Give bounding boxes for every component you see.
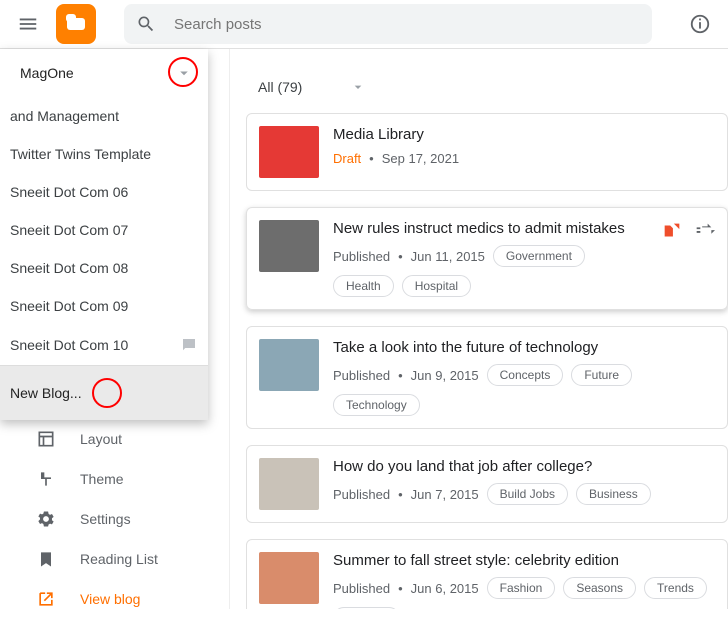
sidebar-item-layout[interactable]: Layout <box>0 419 229 459</box>
post-title: Take a look into the future of technolog… <box>333 339 715 356</box>
gear-icon <box>36 509 56 529</box>
layout-icon <box>36 429 56 449</box>
post-tag[interactable]: Business <box>576 483 651 505</box>
post-tag[interactable]: Fashion <box>487 577 556 599</box>
post-actions <box>661 220 715 242</box>
search-bar[interactable] <box>124 4 652 44</box>
search-input[interactable] <box>174 16 640 33</box>
chevron-down-icon[interactable] <box>350 79 366 95</box>
post-tag[interactable]: Concepts <box>487 364 564 386</box>
post-thumbnail <box>259 220 319 272</box>
post-date: Jun 7, 2015 <box>411 487 479 502</box>
post-tag[interactable]: Build Jobs <box>487 483 568 505</box>
post-status: Published <box>333 487 390 502</box>
current-blog-name: MagOne <box>20 65 74 81</box>
sidebar: MagOne and ManagementTwitter Twins Templ… <box>0 49 230 609</box>
new-blog-button[interactable]: New Blog... <box>0 365 208 420</box>
post-title: New rules instruct medics to admit mista… <box>333 220 647 237</box>
post-tag[interactable]: Health <box>333 275 394 297</box>
post-date: Jun 11, 2015 <box>411 249 485 264</box>
post-date: Jun 6, 2015 <box>411 581 479 596</box>
blog-list-item[interactable]: Sneeit Dot Com 09 <box>0 287 208 325</box>
post-card[interactable]: New rules instruct medics to admit mista… <box>246 207 728 310</box>
sidebar-item-view-blog[interactable]: View blog <box>0 579 229 619</box>
filter-row[interactable]: All (79) <box>246 69 728 113</box>
blog-list-item[interactable]: Sneeit Dot Com 08 <box>0 249 208 287</box>
comment-icon <box>180 336 198 354</box>
filter-label: All (79) <box>258 79 302 95</box>
post-tag[interactable]: Trends <box>644 577 707 599</box>
blog-list-item[interactable]: Twitter Twins Template <box>0 135 208 173</box>
blog-switcher-header[interactable]: MagOne <box>0 49 208 97</box>
post-title: Media Library <box>333 126 715 143</box>
post-thumbnail <box>259 458 319 510</box>
post-card[interactable]: Media LibraryDraft•Sep 17, 2021 <box>246 113 728 191</box>
sidebar-item-reading-list[interactable]: Reading List <box>0 539 229 579</box>
highlight-circle <box>92 378 122 408</box>
bookmark-icon <box>36 549 56 569</box>
chevron-down-icon[interactable] <box>172 61 196 85</box>
post-thumbnail <box>259 126 319 178</box>
blog-list[interactable]: and ManagementTwitter Twins TemplateSnee… <box>0 97 208 365</box>
post-tag[interactable]: Hospital <box>402 275 471 297</box>
blog-list-item[interactable]: Sneeit Dot Com 07 <box>0 211 208 249</box>
post-tag[interactable]: Women <box>333 607 400 609</box>
posts-list: Media LibraryDraft•Sep 17, 2021New rules… <box>246 113 728 609</box>
sidebar-item-label: Reading List <box>80 551 158 567</box>
info-icon[interactable] <box>680 4 720 44</box>
post-thumbnail <box>259 339 319 391</box>
post-tag[interactable]: Technology <box>333 394 420 416</box>
blog-list-item[interactable]: Sneeit Dot Com 10 <box>0 325 208 365</box>
post-title: Summer to fall street style: celebrity e… <box>333 552 715 569</box>
blogger-logo[interactable] <box>56 4 96 44</box>
sidebar-nav: Layout Theme Settings Reading List View … <box>0 419 229 619</box>
open-external-icon <box>36 589 56 609</box>
share-icon[interactable] <box>661 220 683 242</box>
blog-list-item[interactable]: and Management <box>0 97 208 135</box>
sidebar-item-label: Settings <box>80 511 131 527</box>
sidebar-item-theme[interactable]: Theme <box>0 459 229 499</box>
search-icon <box>136 14 156 34</box>
sidebar-item-label: Theme <box>80 471 124 487</box>
post-card[interactable]: Take a look into the future of technolog… <box>246 326 728 429</box>
share-alt-icon[interactable] <box>693 220 715 242</box>
post-thumbnail <box>259 552 319 604</box>
post-tag[interactable]: Future <box>571 364 632 386</box>
blog-list-item[interactable]: Sneeit Dot Com 06 <box>0 173 208 211</box>
post-card[interactable]: Summer to fall street style: celebrity e… <box>246 539 728 609</box>
blog-switcher-dropdown: MagOne and ManagementTwitter Twins Templ… <box>0 49 208 420</box>
post-date: Jun 9, 2015 <box>411 368 479 383</box>
post-date: Sep 17, 2021 <box>382 151 459 166</box>
sidebar-item-label: View blog <box>80 591 140 607</box>
new-blog-label: New Blog... <box>10 385 82 401</box>
sidebar-item-label: Layout <box>80 431 122 447</box>
top-bar <box>0 0 728 48</box>
menu-icon[interactable] <box>8 4 48 44</box>
post-status: Published <box>333 581 390 596</box>
main-content: All (79) Media LibraryDraft•Sep 17, 2021… <box>230 49 728 609</box>
post-tag[interactable]: Seasons <box>563 577 636 599</box>
theme-icon <box>36 469 56 489</box>
post-tag[interactable]: Government <box>493 245 585 267</box>
post-status: Published <box>333 249 390 264</box>
post-title: How do you land that job after college? <box>333 458 715 475</box>
sidebar-item-settings[interactable]: Settings <box>0 499 229 539</box>
post-status: Published <box>333 368 390 383</box>
post-status: Draft <box>333 151 361 166</box>
post-card[interactable]: How do you land that job after college? P… <box>246 445 728 523</box>
